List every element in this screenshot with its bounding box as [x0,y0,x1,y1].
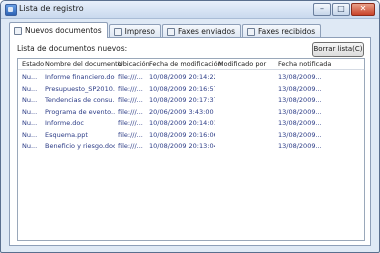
table-row[interactable]: Nu... Tendencias de consu... file:///... 10… [18,95,364,106]
column-header-modified-date[interactable]: Fecha de modificación [149,60,222,68]
table-row[interactable]: Nu... Programa de evento... file:///... 20/… [18,107,364,118]
cell-status: Nu... [22,84,38,93]
cell-notified-date: 13/08/2009... [278,96,322,104]
table-row[interactable]: Nu... Informe.doc file:///... 10/08/2009 20… [18,118,364,129]
tab-label: Nuevos documentos [25,26,102,35]
table-header: Estado Nombre del documento Ubicación Fe… [18,59,364,70]
window-title: Lista de registro [19,4,84,13]
tab-label: Impreso [124,27,155,36]
fax-sent-icon [166,27,175,36]
cell-notified-date: 13/08/2009... [278,142,322,150]
cell-status: Nu... [22,130,38,139]
tab-faxes-sent[interactable]: Faxes enviados [161,24,242,38]
clear-list-button[interactable]: Borrar lista(C) [312,42,364,57]
cell-notified-date: 13/08/2009... [278,84,322,93]
cell-name: Esquema.ppt [45,130,88,139]
cell-modified-date: 10/08/2009 20:13:04 [149,142,215,150]
cell-modified-date: 10/08/2009 20:16:57 [149,84,215,93]
cell-location: file:///... [118,119,143,127]
cell-location: file:///... [118,96,143,104]
cell-modified-date: 20/06/2009 3:43:00 [149,107,214,116]
table-row[interactable]: Nu... Beneficio y riesgo.doc file:///... 10… [18,141,364,152]
table-row[interactable]: Nu... Informe financiero.doc file:///... 10… [18,72,364,83]
printer-icon [113,27,122,36]
tab-faxes-received[interactable]: Faxes recibidos [242,24,322,38]
document-icon [14,26,22,35]
cell-modified-date: 10/08/2009 20:17:37 [149,96,215,104]
table-row[interactable]: Nu... Esquema.ppt file:///... 10/08/2009 20… [18,130,364,141]
cell-notified-date: 13/08/2009... [278,73,322,81]
column-header-notified-date[interactable]: Fecha notificada [278,60,348,68]
column-header-location[interactable]: Ubicación [118,60,150,68]
fax-received-icon [247,27,256,36]
minimize-button[interactable]: – [313,3,331,16]
cell-status: Nu... [22,96,38,104]
tab-label: Faxes recibidos [258,27,316,36]
table-row[interactable]: Nu... Presupuesto_SP2010... file:///... 10/… [18,84,364,95]
documents-table[interactable]: Estado Nombre del documento Ubicación Fe… [17,58,365,241]
tab-printed[interactable]: Impreso [108,24,161,38]
cell-modified-date: 10/08/2009 20:14:22 [149,73,215,81]
list-label: Lista de documentos nuevos: [17,44,128,53]
cell-location: file:///... [118,107,143,116]
cell-name: Programa de evento... [45,107,115,116]
cell-notified-date: 13/08/2009... [278,130,322,139]
cell-status: Nu... [22,73,38,81]
column-header-name[interactable]: Nombre del documento [45,60,122,68]
cell-status: Nu... [22,107,38,116]
tab-bar: Nuevos documentos Impreso Faxes enviados… [9,22,322,38]
cell-notified-date: 13/08/2009... [278,107,322,116]
close-button[interactable]: ✕ [351,3,375,16]
cell-name: Beneficio y riesgo.doc [45,142,115,150]
maximize-button[interactable]: □ [332,3,350,16]
column-header-status[interactable]: Estado [22,60,44,68]
cell-name: Informe.doc [45,119,84,127]
cell-name: Informe financiero.doc [45,73,115,81]
tab-new-documents[interactable]: Nuevos documentos [9,22,108,38]
tab-label: Faxes enviados [177,27,236,36]
cell-modified-date: 10/08/2009 20:16:06 [149,130,215,139]
cell-location: file:///... [118,73,143,81]
cell-status: Nu... [22,142,38,150]
tab-panel: Lista de documentos nuevos: Borrar lista… [9,37,371,246]
cell-status: Nu... [22,119,38,127]
cell-location: file:///... [118,142,143,150]
column-header-modified-by[interactable]: Modificado por [218,60,274,68]
cell-name: Tendencias de consu... [45,96,115,104]
app-icon [5,4,17,16]
cell-notified-date: 13/08/2009... [278,119,322,127]
window-controls: – □ ✕ [313,3,375,16]
cell-location: file:///... [118,130,143,139]
cell-location: file:///... [118,84,143,93]
cell-name: Presupuesto_SP2010... [45,84,115,93]
cell-modified-date: 10/08/2009 20:14:01 [149,119,215,127]
registry-list-window: Lista de registro – □ ✕ Nuevos documento… [0,0,380,253]
title-bar[interactable]: Lista de registro – □ ✕ [1,1,379,19]
